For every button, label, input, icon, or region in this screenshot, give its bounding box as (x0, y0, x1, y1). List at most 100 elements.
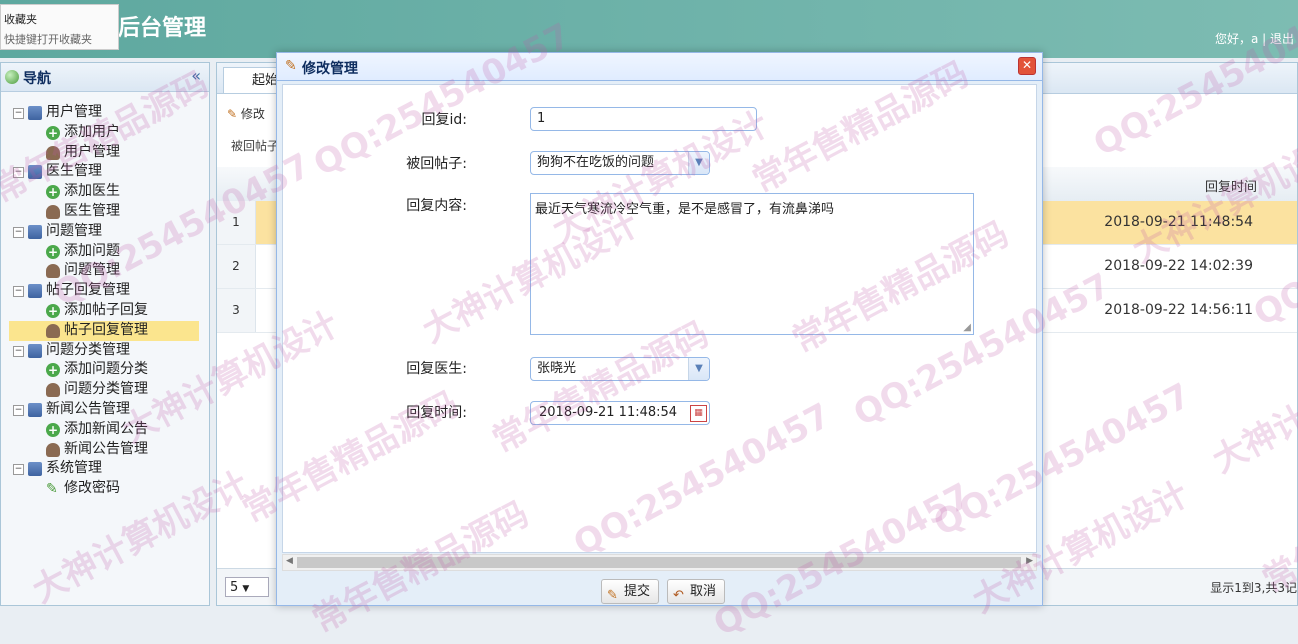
nav-item[interactable]: + 添加新闻公告 (1, 420, 209, 440)
collapse-toggle-icon[interactable]: − (13, 405, 24, 416)
user-icon (46, 383, 60, 398)
add-icon: + (46, 422, 60, 437)
close-icon[interactable]: ✕ (1018, 57, 1036, 75)
edit-button[interactable]: ✎ 修改 (227, 105, 265, 122)
content-label: 回复内容: (406, 198, 467, 214)
nav-item-label: 新闻公告管理 (64, 440, 148, 457)
user-icon (46, 323, 60, 338)
nav-item[interactable]: + 添加问题 (1, 242, 209, 262)
pager-info: 显示1到3,共3记 (1210, 581, 1297, 595)
nav-item-label: 医生管理 (46, 163, 102, 180)
post-select-value: 狗狗不在吃饭的问题 (537, 155, 655, 170)
collapse-toggle-icon[interactable]: − (13, 286, 24, 298)
scrollbar-thumb[interactable] (297, 557, 1021, 568)
nav-item[interactable]: + 添加问题分类 (1, 360, 209, 380)
reply-time-input[interactable]: 2018-09-21 11:48:54 ▦ (530, 401, 710, 425)
scroll-right-icon[interactable]: ▶ (1026, 556, 1033, 566)
nav-item-label: 医生管理 (64, 203, 120, 219)
nav-item-label: 添加问题 (64, 242, 120, 259)
nav-item[interactable]: 新闻公告管理 (1, 440, 209, 460)
row-time: 2018-09-22 14:02:39 (1104, 258, 1253, 274)
column-reply-time[interactable]: 回复时间 (1205, 176, 1257, 195)
user-icon (46, 145, 60, 160)
nav-item[interactable]: 帖子回复管理 (1, 321, 209, 341)
row-number: 1 (217, 201, 256, 244)
nav-item-label: 添加用户 (64, 123, 120, 140)
monitor-icon (28, 165, 42, 180)
nav-item-label: 帖子回复管理 (46, 282, 130, 299)
nav-group[interactable]: − 新闻公告管理 (1, 400, 209, 420)
calendar-icon[interactable]: ▦ (690, 405, 707, 422)
doctor-label: 回复医生: (406, 361, 467, 377)
submit-label: 提交 (624, 584, 651, 599)
nav-group[interactable]: − 问题分类管理 (1, 341, 209, 361)
nav-item[interactable]: + 添加用户 (1, 123, 209, 143)
monitor-icon (28, 403, 42, 417)
horizontal-scrollbar[interactable]: ◀ ▶ (282, 554, 1037, 571)
user-icon (46, 442, 60, 457)
nav-header: 导航 « (1, 63, 209, 92)
user-icon (46, 264, 60, 279)
nav-item[interactable]: + 添加帖子回复 (1, 301, 209, 321)
nav-group[interactable]: − 问题管理 (1, 222, 209, 242)
pencil-icon: ✎ (227, 107, 238, 121)
nav-item[interactable]: 医生管理 (1, 202, 209, 222)
page-size-value: 5 (230, 580, 239, 595)
nav-item-label: 问题分类管理 (64, 381, 148, 398)
nav-item[interactable]: + 添加医生 (1, 182, 209, 202)
collapse-icon[interactable]: « (191, 66, 201, 85)
row-number: 3 (217, 289, 256, 332)
collapse-toggle-icon[interactable]: − (13, 345, 24, 357)
dialog-header[interactable]: ✎ 修改管理 ✕ (277, 53, 1042, 81)
nav-item-label: 用户管理 (64, 143, 120, 160)
favorites-popup: 收藏夹 快捷键打开收藏夹 (0, 4, 119, 50)
nav-item-label: 添加医生 (64, 183, 120, 200)
nav-item-label: 新闻公告管理 (46, 401, 130, 417)
nav-item[interactable]: 用户管理 (1, 143, 209, 163)
app-header: 后台管理 您好，a | 退出 (0, 0, 1298, 58)
doctor-select-value: 张晓光 (537, 361, 577, 376)
nav-group[interactable]: − 医生管理 (1, 162, 209, 182)
scroll-left-icon[interactable]: ◀ (286, 556, 293, 566)
undo-icon: ↶ (673, 588, 684, 603)
add-icon: + (46, 244, 60, 259)
user-greeting[interactable]: 您好，a | 退出 (1215, 30, 1294, 47)
monitor-icon (28, 106, 42, 120)
monitor-icon (28, 343, 42, 358)
collapse-toggle-icon[interactable]: − (13, 226, 24, 238)
nav-panel: 导航 « − 用户管理 + 添加用户 用户管理 − 医生管理 + 添加医生 医生管理 − 问题管理 + 添… (0, 62, 210, 606)
nav-item-label: 问题管理 (46, 222, 102, 239)
nav-item[interactable]: 问题分类管理 (1, 380, 209, 400)
nav-group[interactable]: − 系统管理 (1, 459, 209, 479)
nav-item[interactable]: 问题管理 (1, 261, 209, 281)
page-size-select[interactable]: 5 ▼ (225, 577, 269, 597)
nav-item-label: 系统管理 (46, 460, 102, 477)
cancel-label: 取消 (690, 584, 717, 599)
reply-time-label: 回复时间: (406, 405, 467, 421)
user-icon (46, 205, 60, 219)
nav-item[interactable]: ✎ 修改密码 (1, 479, 209, 499)
reply-id-input[interactable]: 1 (530, 107, 757, 131)
resize-handle-icon[interactable]: ◢ (963, 322, 971, 333)
post-select[interactable]: 狗狗不在吃饭的问题 ▼ (530, 151, 710, 175)
row-number: 2 (217, 245, 256, 288)
cancel-button[interactable]: ↶ 取消 (667, 579, 726, 604)
content-textarea[interactable]: 最近天气寒流冷空气重，是不是感冒了，有流鼻涕吗 ◢ (530, 193, 974, 335)
nav-item-label: 帖子回复管理 (64, 321, 148, 338)
row-time: 2018-09-21 11:48:54 (1104, 214, 1253, 230)
monitor-icon (28, 284, 42, 299)
post-label: 被回帖子: (406, 156, 467, 172)
collapse-toggle-icon[interactable]: − (13, 167, 24, 179)
nav-title: 导航 (23, 71, 51, 87)
collapse-toggle-icon[interactable]: − (13, 464, 24, 476)
nav-item-label: 添加新闻公告 (64, 420, 148, 437)
nav-group[interactable]: − 用户管理 (1, 103, 209, 123)
submit-button[interactable]: ✎ 提交 (601, 579, 660, 604)
doctor-select[interactable]: 张晓光 ▼ (530, 357, 710, 381)
add-icon: + (46, 185, 60, 200)
nav-item-label: 修改密码 (64, 480, 120, 497)
collapse-toggle-icon[interactable]: − (13, 108, 24, 119)
dialog-title: 修改管理 (302, 61, 358, 77)
favorites-title: 收藏夹 (4, 13, 37, 26)
nav-group[interactable]: − 帖子回复管理 (1, 281, 209, 301)
